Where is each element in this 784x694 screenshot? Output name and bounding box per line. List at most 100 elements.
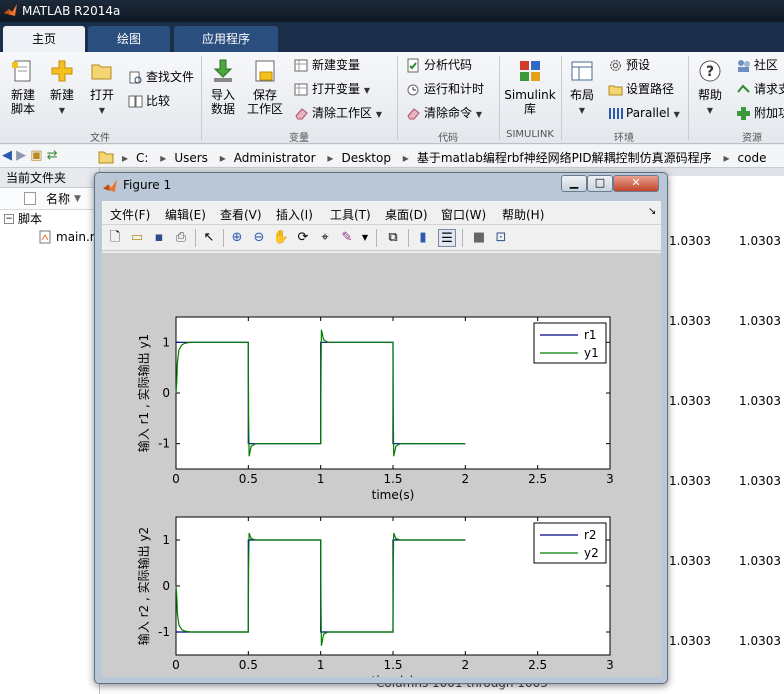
link-plot-icon[interactable]: ⧉ [384, 229, 402, 247]
open-variable-button[interactable]: 打开变量 ▼ [294, 80, 370, 98]
open-variable-icon [294, 83, 308, 96]
file-item-main[interactable]: main.m [0, 228, 102, 246]
help-button[interactable]: ? 帮助 ▼ [694, 58, 726, 118]
maximize-button[interactable]: □ [587, 175, 613, 192]
minimize-button[interactable]: ▁ [561, 175, 587, 192]
menu-desktop[interactable]: 桌面(D) [385, 206, 428, 223]
addons-button[interactable]: 附加功 [736, 104, 784, 122]
request-support-button[interactable]: 请求支 [736, 80, 784, 98]
close-button[interactable]: ✕ [613, 175, 659, 192]
menu-file[interactable]: 文件(F) [110, 206, 150, 223]
import-data-button[interactable]: 导入 数据 [206, 58, 240, 116]
brush-dropdown-chevron-down-icon[interactable]: ▼ [356, 229, 374, 247]
x-tick-label: 1 [317, 658, 325, 672]
rotate-3d-icon[interactable]: ⟳ [294, 229, 312, 247]
ribbon-divider [397, 56, 398, 140]
menu-dock-arrow-icon[interactable]: ↘ [648, 206, 656, 217]
tab-home[interactable]: 主页 [3, 26, 85, 52]
new-script-button[interactable]: 新建 脚本 [6, 58, 40, 116]
show-plot-tools-icon[interactable]: ⊡ [492, 229, 510, 247]
crumb-users[interactable]: Users [174, 151, 208, 165]
save-icon[interactable]: ▪ [150, 229, 168, 247]
breadcrumb[interactable]: ▸ C: ▸ Users ▸ Administrator ▸ Desktop ▸ 基于ma… [122, 149, 766, 166]
y-tick-label: 0 [162, 386, 170, 400]
zoom-in-icon[interactable]: ⊕ [228, 229, 246, 247]
crumb-code[interactable]: code [738, 151, 767, 165]
support-icon [737, 84, 750, 93]
open-button[interactable]: 打开 ▼ [86, 58, 118, 118]
file-list-header: 名称 ▼ [0, 188, 99, 210]
menu-edit[interactable]: 编辑(E) [165, 206, 206, 223]
back-arrow-icon[interactable]: ◀ [2, 148, 12, 163]
data-cursor-icon[interactable]: ⌖ [316, 229, 334, 247]
plot-area: 0 0.5 1 1.5 2 2.5 3 -1 0 1 time(s) 输入 r1 , 实际输出 y1 r… [102, 253, 661, 688]
hide-plot-tools-icon[interactable]: ■ [470, 229, 488, 247]
column-name[interactable]: 名称 [46, 188, 70, 210]
import-icon [213, 59, 233, 82]
save-workspace-icon [255, 60, 275, 82]
toolbar-separator [376, 229, 377, 247]
community-button[interactable]: 社区 [736, 56, 778, 74]
simulink-library-button[interactable]: Simulink 库 [504, 58, 556, 116]
y-axis-label: 输入 r2 , 实际输出 y2 [136, 527, 151, 645]
preferences-button[interactable]: 预设 [608, 56, 650, 74]
crumb-project[interactable]: 基于matlab编程rbf神经网络PID解耦控制仿真源码程序 [417, 151, 712, 165]
new-script-icon [12, 60, 31, 82]
menu-window[interactable]: 窗口(W) [441, 206, 486, 223]
output-value: 1.0303 [669, 474, 711, 488]
sort-chevron-down-icon[interactable]: ▼ [74, 188, 81, 210]
print-icon[interactable]: ⎙ [172, 229, 190, 247]
crumb-c[interactable]: C: [136, 151, 148, 165]
new-figure-icon[interactable]: 🗋 [106, 229, 124, 247]
ribbon-divider [561, 56, 562, 140]
menu-help[interactable]: 帮助(H) [502, 206, 544, 223]
y-tick-label: 1 [162, 335, 170, 349]
group-label-simulink: SIMULINK [506, 129, 554, 140]
find-files-button[interactable]: 查找文件 [128, 68, 194, 86]
menu-insert[interactable]: 插入(I) [276, 206, 313, 223]
output-value: 1.0303 [669, 314, 711, 328]
run-and-time-button[interactable]: 运行和计时 [406, 80, 484, 98]
new-variable-button[interactable]: 新建变量 [294, 56, 360, 74]
x-tick-label: 2.5 [528, 658, 547, 672]
eraser-icon [407, 108, 420, 120]
clear-workspace-button[interactable]: 清除工作区 ▼ [294, 104, 382, 122]
pan-hand-icon[interactable]: ✋ [272, 229, 290, 247]
tab-plots[interactable]: 绘图 [88, 26, 170, 52]
parallel-button[interactable]: Parallel ▼ [608, 104, 680, 122]
simulink-icon [520, 61, 540, 81]
x-tick-label: 2 [462, 472, 470, 486]
colorbar-icon[interactable]: ▮ [414, 229, 432, 247]
tab-apps[interactable]: 应用程序 [174, 26, 278, 52]
up-folder-icon[interactable]: ▣ [30, 148, 42, 163]
toolbar-separator [223, 229, 224, 247]
crumb-desktop[interactable]: Desktop [341, 151, 391, 165]
address-bar: ◀ ▶ ▣ ⇄ ▸ C: ▸ Users ▸ Administrator ▸ Deskt… [0, 145, 784, 168]
zoom-out-icon[interactable]: ⊖ [250, 229, 268, 247]
set-path-button[interactable]: 设置路径 [608, 80, 674, 98]
legend-label-y1: y1 [584, 346, 599, 360]
compare-button[interactable]: 比较 [128, 92, 170, 110]
forward-arrow-icon[interactable]: ▶ [16, 148, 26, 163]
tree-group-scripts[interactable]: − 脚本 [0, 210, 99, 228]
figure-titlebar[interactable]: Figure 1 ▁ □ ✕ [95, 173, 667, 199]
layout-button[interactable]: 布局 ▼ [566, 58, 598, 118]
crumb-administrator[interactable]: Administrator [234, 151, 316, 165]
new-button[interactable]: 新建 ▼ [46, 58, 78, 118]
x-tick-label: 0.5 [239, 658, 258, 672]
open-file-icon[interactable]: ▭ [128, 229, 146, 247]
eraser-icon [295, 108, 308, 120]
pointer-icon[interactable]: ↖ [200, 229, 218, 247]
analyze-code-button[interactable]: 分析代码 [406, 56, 472, 74]
browse-folder-icon[interactable]: ⇄ [47, 148, 58, 163]
collapse-icon[interactable]: − [4, 214, 14, 224]
menu-tools[interactable]: 工具(T) [330, 206, 371, 223]
save-workspace-button[interactable]: 保存 工作区 [246, 58, 284, 116]
output-value: 1.0303 [669, 634, 711, 648]
clear-commands-button[interactable]: 清除命令 ▼ [406, 104, 482, 122]
menu-view[interactable]: 查看(V) [220, 206, 262, 223]
brush-icon[interactable]: ✎ [338, 229, 356, 247]
legend-icon[interactable]: ☰ [438, 229, 456, 247]
gear-icon [610, 60, 621, 71]
figure-window[interactable]: Figure 1 ▁ □ ✕ 文件(F) 编辑(E) 查看(V) 插入(I) 工… [94, 172, 668, 688]
